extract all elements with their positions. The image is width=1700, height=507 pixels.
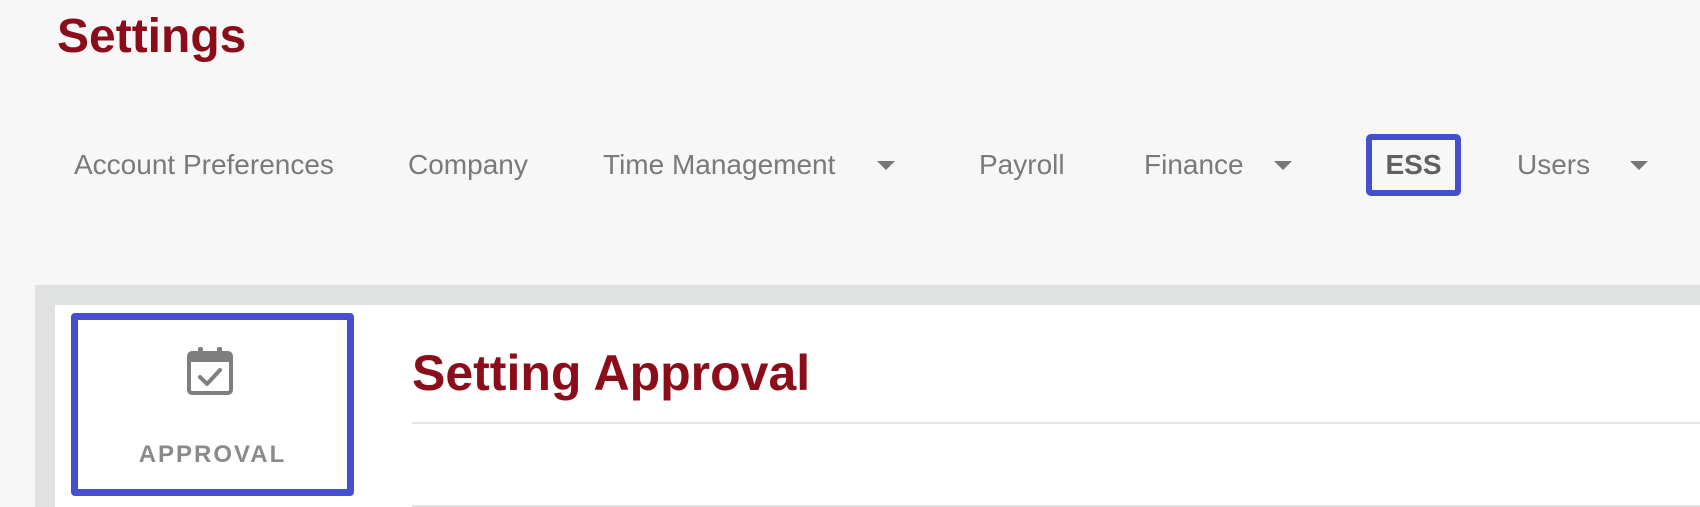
chevron-down-icon [1273, 160, 1292, 170]
section-divider [412, 422, 1700, 424]
calendar-check-icon [187, 347, 233, 395]
settings-nav: Account Preferences Company Time Managem… [0, 134, 1700, 196]
nav-item-label: Company [408, 149, 528, 180]
nav-item-account-preferences[interactable]: Account Preferences [74, 134, 334, 196]
nav-item-users[interactable]: Users [1517, 134, 1649, 196]
nav-item-finance[interactable]: Finance [1144, 134, 1292, 196]
section-title: Setting Approval [412, 345, 811, 401]
page-title: Settings [57, 10, 247, 63]
nav-item-ess[interactable]: ESS [1366, 134, 1461, 196]
nav-item-company[interactable]: Company [408, 134, 528, 196]
nav-item-label: ESS [1385, 149, 1442, 180]
nav-item-label: Users [1517, 149, 1591, 180]
nav-item-time-management[interactable]: Time Management [603, 134, 896, 196]
approval-label: APPROVAL [138, 441, 287, 468]
nav-item-label: Time Management [603, 149, 836, 180]
nav-item-label: Account Preferences [74, 149, 334, 180]
chevron-down-icon [1630, 160, 1649, 170]
approval-card[interactable]: APPROVAL [71, 313, 354, 496]
nav-item-label: Finance [1144, 149, 1244, 180]
nav-item-payroll[interactable]: Payroll [979, 134, 1065, 196]
nav-item-label: Payroll [979, 149, 1065, 180]
chevron-down-icon [877, 160, 896, 170]
